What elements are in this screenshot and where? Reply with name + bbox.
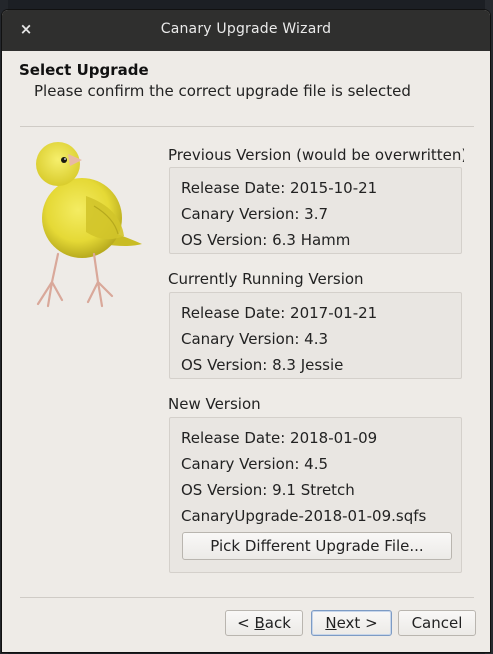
- current-version-box: Release Date: 2017-01-21 Canary Version:…: [169, 292, 462, 379]
- header-separator: [20, 126, 474, 127]
- back-button-mnemonic: B: [254, 614, 265, 632]
- previous-release-date: Release Date: 2015-10-21: [181, 179, 378, 197]
- title-bar: × Canary Upgrade Wizard: [2, 10, 490, 51]
- back-button[interactable]: < Back: [225, 610, 303, 636]
- new-upgrade-filename: CanaryUpgrade-2018-01-09.sqfs: [181, 507, 427, 525]
- current-canary-version: Canary Version: 4.3: [181, 330, 329, 348]
- new-version-box: Release Date: 2018-01-09 Canary Version:…: [169, 417, 462, 573]
- next-button-mnemonic: N: [325, 614, 337, 632]
- new-canary-version: Canary Version: 4.5: [181, 455, 329, 473]
- back-button-rest: ack: [264, 614, 291, 632]
- current-os-version: OS Version: 8.3 Jessie: [181, 356, 344, 374]
- back-button-prefix: <: [237, 614, 255, 632]
- new-version-label: New Version: [168, 395, 261, 413]
- pick-upgrade-file-button[interactable]: Pick Different Upgrade File...: [182, 532, 452, 560]
- page-title: Select Upgrade: [19, 61, 149, 79]
- current-version-label: Currently Running Version: [168, 270, 364, 288]
- previous-version-box: Release Date: 2015-10-21 Canary Version:…: [169, 167, 462, 254]
- wizard-window: × Canary Upgrade Wizard Select Upgrade P…: [2, 10, 490, 652]
- next-button-rest: ext >: [336, 614, 378, 632]
- page-subtitle: Please confirm the correct upgrade file …: [34, 82, 411, 100]
- previous-version-label: Previous Version (would be overwritten): [168, 146, 464, 164]
- canary-bird-image: [36, 142, 142, 308]
- current-release-date: Release Date: 2017-01-21: [181, 304, 378, 322]
- window-title: Canary Upgrade Wizard: [160, 21, 332, 37]
- previous-canary-version: Canary Version: 3.7: [181, 205, 329, 223]
- new-os-version: OS Version: 9.1 Stretch: [181, 481, 355, 499]
- previous-os-version: OS Version: 6.3 Hamm: [181, 231, 351, 249]
- footer-separator: [20, 597, 474, 598]
- next-button[interactable]: Next >: [311, 610, 392, 636]
- wizard-header: Select Upgrade Please confirm the correc…: [19, 61, 411, 100]
- new-release-date: Release Date: 2018-01-09: [181, 429, 378, 447]
- cancel-button[interactable]: Cancel: [398, 610, 476, 636]
